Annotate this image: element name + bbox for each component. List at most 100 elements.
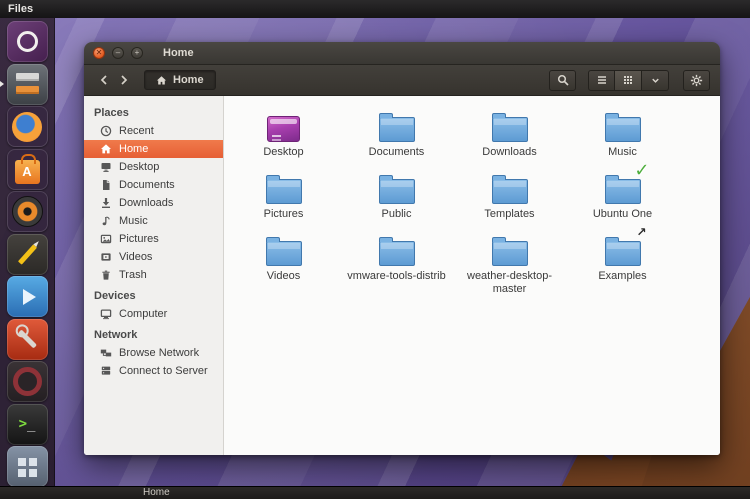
maximize-button[interactable] bbox=[131, 47, 143, 59]
rhythmbox-icon[interactable] bbox=[6, 191, 48, 232]
folder-icon bbox=[490, 171, 530, 204]
file-tile-downloads[interactable]: Downloads bbox=[458, 103, 562, 165]
settings-menu-button[interactable] bbox=[683, 69, 710, 91]
close-button[interactable] bbox=[93, 47, 105, 59]
folder-icon bbox=[377, 109, 417, 142]
file-tile-ubuntu-one[interactable]: Ubuntu One bbox=[571, 165, 675, 227]
folder-icon bbox=[264, 171, 304, 204]
wrench-icon bbox=[17, 329, 37, 349]
file-tile-desktop[interactable]: Desktop bbox=[232, 103, 336, 165]
sidebar-item-pictures[interactable]: Pictures bbox=[84, 230, 223, 248]
folder-icon bbox=[264, 233, 304, 266]
forward-button[interactable] bbox=[114, 70, 134, 90]
folder-icon bbox=[603, 171, 643, 204]
shopping-bag-icon: A bbox=[14, 153, 40, 184]
speaker-disc-icon bbox=[11, 196, 43, 227]
desktop: Files A >_ Home bbox=[0, 0, 750, 499]
chevron-right-icon bbox=[121, 75, 128, 85]
bottom-panel-label[interactable]: Home bbox=[143, 487, 170, 499]
location-label: Home bbox=[173, 74, 204, 86]
view-options-dropdown[interactable] bbox=[642, 69, 669, 91]
computer-icon bbox=[99, 308, 112, 321]
sidebar-item-music[interactable]: Music bbox=[84, 212, 223, 230]
back-button[interactable] bbox=[94, 70, 114, 90]
location-home-button[interactable]: Home bbox=[144, 70, 216, 90]
folder-icon bbox=[603, 109, 643, 142]
network-icon bbox=[99, 347, 112, 360]
workspace-switcher-icon[interactable] bbox=[6, 446, 48, 487]
file-tile-videos[interactable]: Videos bbox=[232, 227, 336, 296]
sidebar-heading-network: Network bbox=[94, 329, 138, 341]
places-sidebar: Places Recent Home Desktop Documents Dow… bbox=[84, 96, 224, 455]
home-icon bbox=[99, 143, 112, 156]
prompt-glyph: > bbox=[18, 416, 27, 432]
folder-icon bbox=[603, 233, 643, 266]
shortcut-arrow-emblem-icon bbox=[636, 226, 646, 238]
music-note-icon bbox=[99, 215, 112, 228]
file-cabinet-drawer bbox=[15, 85, 39, 94]
ubuntu-logo-ring bbox=[16, 31, 38, 52]
sidebar-item-computer[interactable]: Computer bbox=[84, 305, 223, 323]
sidebar-item-videos[interactable]: Videos bbox=[84, 248, 223, 266]
top-menu-bar: Files bbox=[0, 0, 750, 18]
view-toggle-group bbox=[588, 69, 669, 91]
pencil-glyph bbox=[17, 243, 37, 265]
clock-icon bbox=[99, 125, 112, 138]
grid-view-button[interactable] bbox=[615, 69, 642, 91]
search-button[interactable] bbox=[549, 69, 576, 91]
play-triangle-icon bbox=[22, 288, 36, 305]
file-tile-music[interactable]: Music bbox=[571, 103, 675, 165]
firefox-icon[interactable] bbox=[6, 106, 48, 147]
ring-glyph bbox=[12, 367, 42, 396]
window-titlebar[interactable]: Home bbox=[84, 42, 720, 65]
sidebar-item-documents[interactable]: Documents bbox=[84, 176, 223, 194]
pencil-app-icon[interactable] bbox=[6, 233, 48, 275]
file-tile-public[interactable]: Public bbox=[345, 165, 449, 227]
window-title: Home bbox=[163, 47, 194, 59]
file-grid: Desktop Documents Downloads Music Pictur… bbox=[224, 96, 720, 296]
grid-view-icon bbox=[624, 76, 632, 84]
sidebar-item-home[interactable]: Home bbox=[84, 140, 223, 158]
file-tile-templates[interactable]: Templates bbox=[458, 165, 562, 227]
desktop-icon bbox=[99, 161, 112, 174]
chevron-left-icon bbox=[100, 75, 107, 85]
window-body: Places Recent Home Desktop Documents Dow… bbox=[84, 96, 720, 455]
minimize-button[interactable] bbox=[112, 47, 124, 59]
list-view-button[interactable] bbox=[588, 69, 615, 91]
file-tile-pictures[interactable]: Pictures bbox=[232, 165, 336, 227]
ubuntu-one-icon[interactable] bbox=[6, 361, 48, 402]
files-window: Home Home bbox=[84, 42, 720, 455]
chevron-down-icon bbox=[651, 78, 659, 83]
software-center-icon[interactable]: A bbox=[6, 148, 48, 190]
terminal-icon[interactable]: > _ bbox=[6, 403, 48, 445]
sidebar-item-downloads[interactable]: Downloads bbox=[84, 194, 223, 212]
document-icon bbox=[99, 179, 112, 192]
search-icon bbox=[557, 74, 569, 86]
sidebar-item-browse-network[interactable]: Browse Network bbox=[84, 344, 223, 362]
unity-launcher: A > _ bbox=[0, 18, 55, 487]
workspace-grid-glyph bbox=[18, 457, 26, 466]
file-tile-vmware-tools-distrib[interactable]: vmware-tools-distrib bbox=[345, 227, 449, 296]
file-tile-documents[interactable]: Documents bbox=[345, 103, 449, 165]
folder-icon bbox=[490, 233, 530, 266]
video-player-icon[interactable] bbox=[6, 276, 48, 317]
file-grid-area[interactable]: Desktop Documents Downloads Music Pictur… bbox=[224, 96, 720, 455]
ubuntu-dash-icon[interactable] bbox=[6, 21, 48, 62]
sidebar-item-trash[interactable]: Trash bbox=[84, 266, 223, 284]
desktop-folder-icon bbox=[264, 109, 304, 142]
files-app-icon[interactable] bbox=[6, 63, 48, 105]
file-tile-examples[interactable]: Examples bbox=[571, 227, 675, 296]
folder-icon bbox=[490, 109, 530, 142]
sidebar-item-desktop[interactable]: Desktop bbox=[84, 158, 223, 176]
sidebar-item-recent[interactable]: Recent bbox=[84, 122, 223, 140]
system-settings-icon[interactable] bbox=[6, 318, 48, 360]
sidebar-heading-devices: Devices bbox=[94, 290, 136, 302]
bottom-panel[interactable]: Home bbox=[0, 486, 750, 499]
active-app-name[interactable]: Files bbox=[0, 3, 33, 15]
film-icon bbox=[99, 251, 112, 264]
sidebar-heading-places: Places bbox=[94, 107, 129, 119]
file-cabinet-drawer bbox=[15, 72, 39, 81]
sidebar-item-connect-to-server[interactable]: Connect to Server bbox=[84, 362, 223, 380]
folder-icon bbox=[377, 171, 417, 204]
file-tile-weather-desktop-master[interactable]: weather-desktop-master bbox=[458, 227, 562, 296]
